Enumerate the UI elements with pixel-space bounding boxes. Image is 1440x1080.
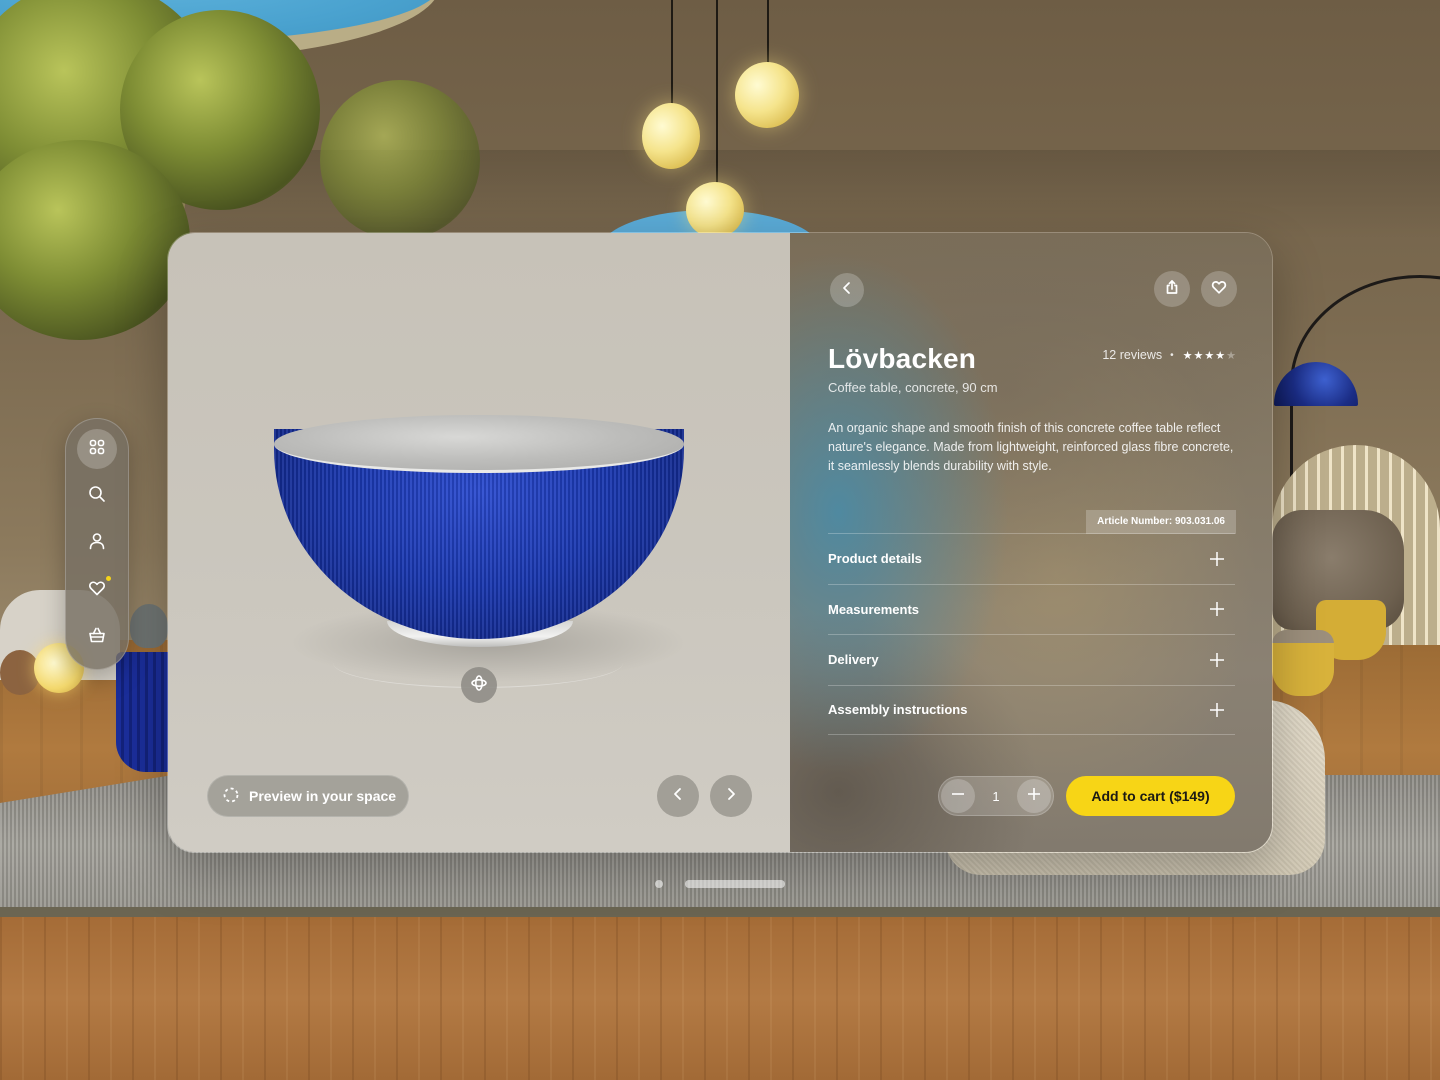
- pendant-lamp: [642, 103, 700, 169]
- plant-pot: [130, 604, 168, 648]
- chevron-left-icon: [839, 280, 855, 301]
- star-filled-icon: ★: [1182, 350, 1193, 362]
- preview-button-label: Preview in your space: [249, 788, 397, 804]
- search-icon: [88, 485, 106, 508]
- pendant-lamp: [735, 62, 799, 128]
- basket-icon: [88, 626, 106, 649]
- accordion-label: Measurements: [828, 601, 920, 617]
- product-window: Preview in your space Lövbacken Coffee t…: [167, 232, 1273, 853]
- accordion-label: Assembly instructions: [828, 702, 968, 718]
- accordion-row[interactable]: Product details: [828, 533, 1235, 584]
- chevron-left-icon: [671, 787, 685, 806]
- rotate-3d-icon: [470, 674, 488, 697]
- tab-cart[interactable]: [77, 617, 117, 657]
- plus-icon[interactable]: [1209, 551, 1225, 567]
- pendant-lamp: [686, 182, 744, 238]
- back-button[interactable]: [830, 273, 864, 307]
- pendant-cord: [671, 0, 673, 110]
- star-filled-icon: ★: [1193, 350, 1204, 362]
- grid-icon: [88, 438, 106, 461]
- product-details-panel: Lövbacken Coffee table, concrete, 90 cm …: [790, 233, 1272, 852]
- tab-bar-ornament: [65, 418, 129, 670]
- pendant-cord: [767, 0, 769, 65]
- window-close-dot[interactable]: [655, 880, 663, 888]
- table-top: [274, 415, 684, 473]
- info-accordion: Product details Measurements Delivery Assem…: [828, 533, 1235, 735]
- favorite-button[interactable]: [1201, 271, 1237, 307]
- quantity-value[interactable]: 1: [992, 789, 999, 804]
- reviews-summary[interactable]: 12 reviews • ★★★★★: [1102, 348, 1236, 362]
- ar-preview-icon: [222, 786, 249, 807]
- tab-profile[interactable]: [77, 523, 117, 563]
- separator-dot: •: [1170, 349, 1174, 361]
- next-image-button[interactable]: [710, 775, 752, 817]
- rotate-handle[interactable]: [461, 667, 497, 703]
- minus-icon: [950, 786, 966, 807]
- star-filled-icon: ★: [1215, 350, 1226, 362]
- product-subtitle: Coffee table, concrete, 90 cm: [828, 380, 998, 395]
- heart-icon: [1211, 279, 1227, 300]
- quantity-stepper: 1: [938, 776, 1054, 816]
- plus-icon[interactable]: [1209, 702, 1225, 718]
- previous-image-button[interactable]: [657, 775, 699, 817]
- tab-browse[interactable]: [77, 429, 117, 469]
- heart-icon: [88, 579, 106, 602]
- plus-icon[interactable]: [1209, 652, 1225, 668]
- blue-planter: [116, 652, 168, 772]
- rug-edge: [0, 907, 1440, 917]
- notification-dot: [106, 576, 111, 581]
- chevron-right-icon: [724, 787, 738, 806]
- tab-favorites[interactable]: [77, 570, 117, 610]
- tree-canopy: [320, 80, 480, 240]
- preview-in-space-button[interactable]: Preview in your space: [207, 775, 409, 817]
- add-to-cart-button[interactable]: Add to cart ($149): [1066, 776, 1235, 816]
- accordion-row[interactable]: Assembly instructions: [828, 684, 1235, 735]
- plus-icon: [1026, 786, 1042, 807]
- share-icon: [1164, 279, 1180, 300]
- plus-icon[interactable]: [1209, 601, 1225, 617]
- product-3d-viewer[interactable]: Preview in your space: [168, 233, 790, 852]
- product-title: Lövbacken: [828, 343, 977, 374]
- tab-search[interactable]: [77, 476, 117, 516]
- pendant-cord: [716, 0, 718, 190]
- accordion-row[interactable]: Delivery: [828, 634, 1235, 685]
- article-number: Article Number: 903.031.06: [1086, 510, 1236, 534]
- share-button[interactable]: [1154, 271, 1190, 307]
- accordion-label: Delivery: [828, 652, 879, 668]
- star-rating: ★★★★★: [1182, 348, 1236, 362]
- star-empty-icon: ★: [1226, 350, 1236, 362]
- window-grab-bar[interactable]: [685, 880, 785, 888]
- accordion-label: Product details: [828, 551, 922, 567]
- product-description: An organic shape and smooth finish of th…: [828, 421, 1234, 473]
- ottoman: [1272, 630, 1334, 696]
- decrease-quantity-button[interactable]: [941, 779, 975, 813]
- star-filled-icon: ★: [1204, 350, 1215, 362]
- wood-floor-foreground: [0, 917, 1440, 1080]
- reviews-count: 12 reviews: [1102, 348, 1163, 362]
- increase-quantity-button[interactable]: [1016, 779, 1051, 813]
- accordion-row[interactable]: Measurements: [828, 583, 1235, 635]
- user-icon: [88, 532, 106, 555]
